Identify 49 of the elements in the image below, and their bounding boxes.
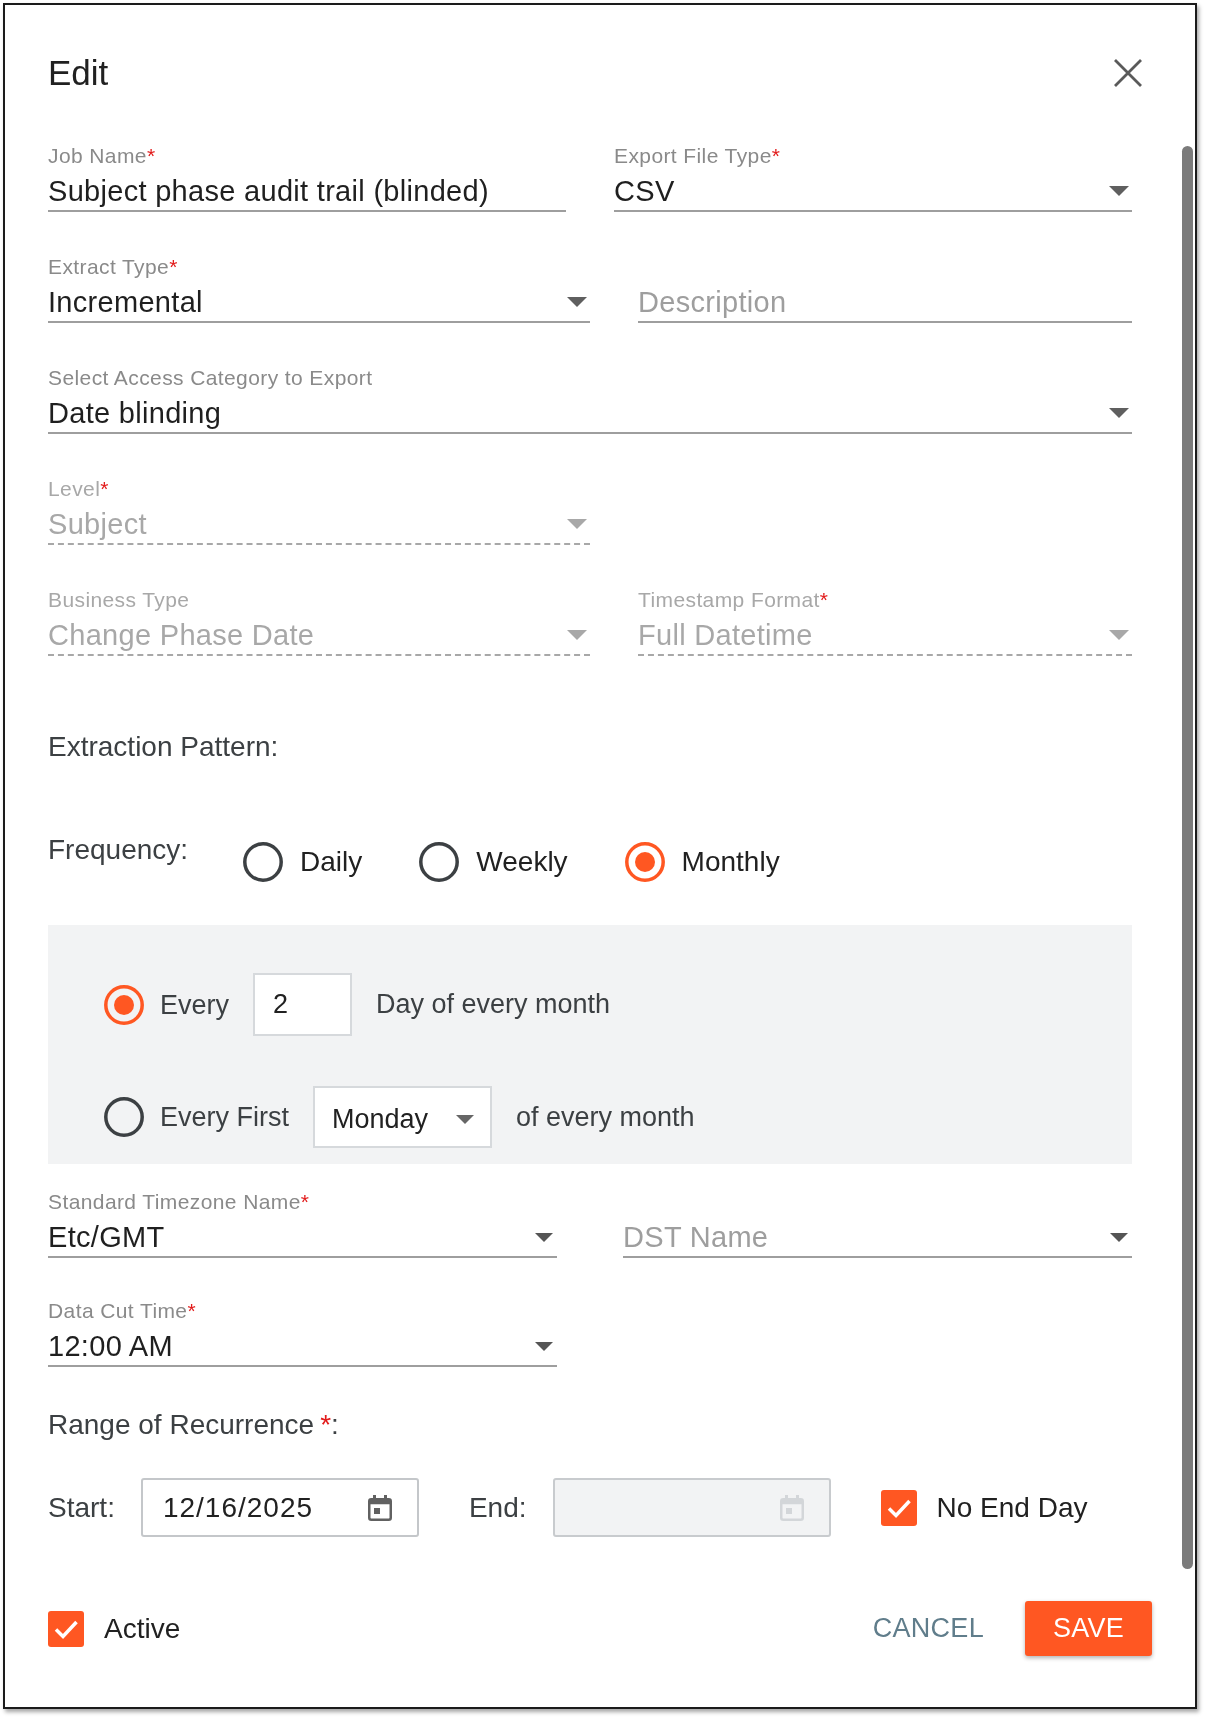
date-label: Start:: [48, 1491, 115, 1524]
dropdown-field[interactable]: Incremental: [48, 284, 590, 323]
dropdown-field[interactable]: 12:00 AM: [48, 1328, 557, 1367]
checkbox-option[interactable]: No End Day: [880, 1489, 1088, 1526]
weekday-dropdown[interactable]: Monday: [313, 1086, 492, 1148]
radio-option[interactable]: Every First: [104, 1097, 289, 1137]
radio-option[interactable]: Monthly: [624, 842, 780, 882]
field-label: Standard Timezone Name*: [48, 1190, 310, 1214]
field-label: Select Access Category to Export: [48, 366, 373, 390]
date-field[interactable]: 12/16/2025: [140, 1478, 419, 1537]
scrollbar-thumb[interactable]: [1182, 146, 1193, 1569]
dropdown-field[interactable]: Date blinding: [48, 395, 1132, 434]
checkbox-option[interactable]: Active: [48, 1610, 181, 1647]
caret-down-icon: [567, 519, 587, 529]
caret-down-icon: [456, 1114, 474, 1124]
option-text: of every month: [516, 1101, 695, 1133]
caret-down-icon: [1110, 1232, 1128, 1242]
text-field[interactable]: Subject phase audit trail (blinded): [48, 173, 566, 212]
caret-down-icon: [1109, 630, 1129, 640]
radio-option[interactable]: Every: [104, 984, 230, 1025]
field-label: Data Cut Time*: [48, 1299, 196, 1323]
section-heading: Range of Recurrence *:: [48, 1409, 339, 1441]
radio-option[interactable]: Daily: [243, 842, 363, 882]
close-button[interactable]: [1114, 59, 1142, 87]
caret-down-icon: [535, 1232, 553, 1242]
option-text: Day of every month: [376, 989, 611, 1020]
dialog-title: Edit: [48, 53, 109, 93]
field-label: Timestamp Format*: [638, 588, 829, 612]
caret-down-icon: [535, 1341, 553, 1351]
field-label: Business Type: [48, 588, 190, 612]
calendar-icon: [367, 1494, 392, 1521]
section-heading: Extraction Pattern:: [48, 731, 279, 763]
field-label: Job Name*: [48, 144, 156, 168]
radio-option[interactable]: Weekly: [419, 842, 568, 882]
calendar-icon: [779, 1494, 804, 1521]
field-label: Extract Type*: [48, 255, 178, 279]
caret-down-icon: [1109, 408, 1129, 418]
field-label: Export File Type*: [614, 144, 781, 168]
caret-down-icon: [1109, 186, 1129, 196]
caret-down-icon: [567, 297, 587, 307]
frequency-label: Frequency:: [48, 834, 189, 866]
caret-down-icon: [567, 630, 587, 640]
dropdown-field[interactable]: Etc/GMT: [48, 1219, 557, 1258]
close-icon: [1114, 59, 1142, 87]
cancel-button[interactable]: CANCEL: [862, 1605, 994, 1652]
number-input[interactable]: 2: [253, 973, 353, 1036]
date-label: End:: [468, 1491, 527, 1524]
field-label: Level*: [48, 477, 109, 501]
dropdown-field[interactable]: CSV: [614, 173, 1132, 212]
